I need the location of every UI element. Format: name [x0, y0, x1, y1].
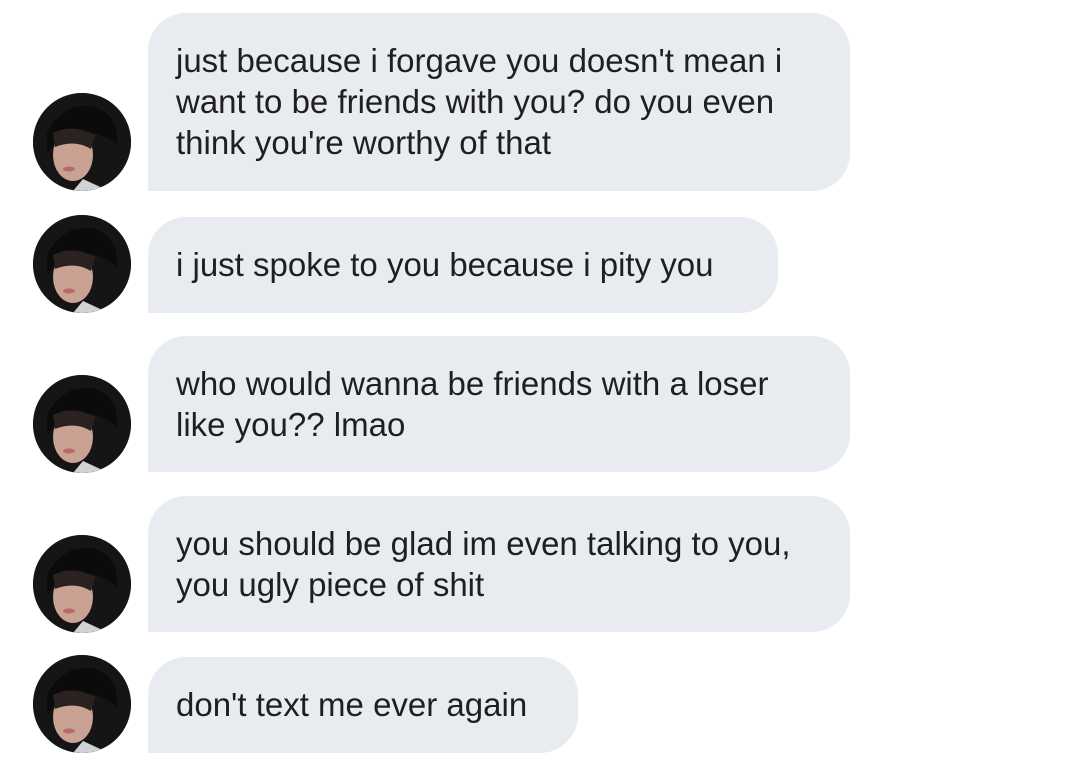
avatar[interactable]	[33, 375, 131, 473]
message-bubble: who would wanna be friends with a loser …	[148, 336, 850, 472]
message-bubble: i just spoke to you because i pity you	[148, 217, 778, 313]
message-bubble: just because i forgave you doesn't mean …	[148, 13, 850, 191]
profile-photo-icon	[33, 655, 131, 753]
profile-photo-icon	[33, 375, 131, 473]
avatar[interactable]	[33, 215, 131, 313]
profile-photo-icon	[33, 535, 131, 633]
message-bubble: you should be glad im even talking to yo…	[148, 496, 850, 632]
avatar[interactable]	[33, 655, 131, 753]
avatar[interactable]	[33, 535, 131, 633]
profile-photo-icon	[33, 215, 131, 313]
profile-photo-icon	[33, 93, 131, 191]
avatar[interactable]	[33, 93, 131, 191]
message-bubble: don't text me ever again	[148, 657, 578, 753]
